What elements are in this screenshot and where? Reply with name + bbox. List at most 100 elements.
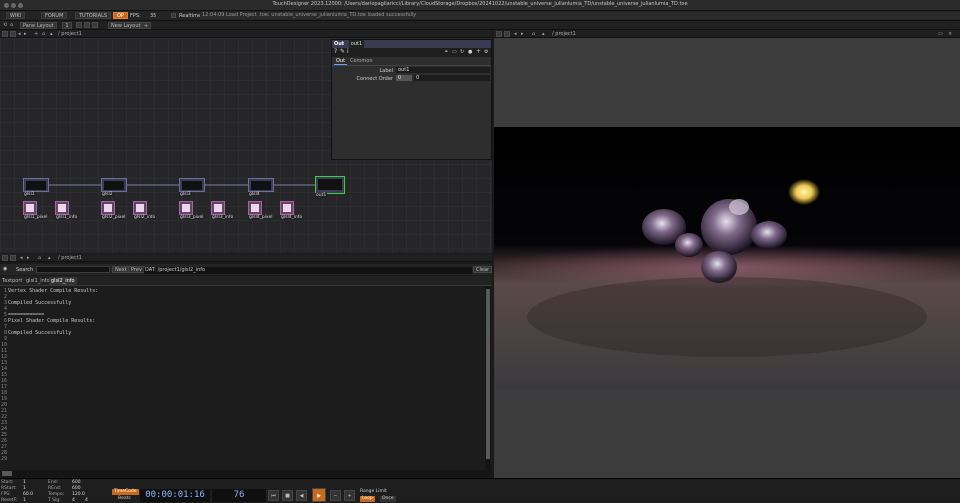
refresh-icon[interactable]: ↻ — [460, 49, 464, 55]
timecode-display[interactable]: 00:00:01:16 — [140, 489, 210, 502]
nav-forward-icon[interactable]: ▸ — [521, 30, 524, 38]
up-icon[interactable]: ▴ — [48, 254, 51, 262]
pane-split-icon[interactable] — [10, 255, 16, 261]
pane-menu-icon[interactable] — [496, 31, 502, 37]
nav-back-icon[interactable]: ◂ — [20, 254, 23, 262]
glsl4-top-node[interactable] — [248, 178, 274, 192]
step-forward-button[interactable]: + — [344, 490, 355, 501]
layout-split-button[interactable] — [84, 22, 90, 28]
add-layout-button[interactable]: + — [141, 22, 152, 29]
horizontal-scrollbar[interactable] — [0, 470, 492, 477]
home-icon[interactable]: ⌂ — [10, 22, 13, 28]
vertical-scrollbar[interactable] — [485, 287, 491, 470]
realtime-toggle[interactable] — [171, 13, 176, 18]
viewer-path[interactable]: / project1 — [552, 30, 576, 38]
stop-button[interactable]: ■ — [282, 490, 293, 501]
goto-start-button[interactable]: ⏮ — [268, 490, 279, 501]
textport-content[interactable]: 1Vertex Shader Compile Results: 2 3Compile… — [0, 287, 492, 470]
search-prev-button[interactable]: Prev — [128, 266, 145, 273]
tempo-value[interactable]: 120.0 — [72, 492, 85, 497]
play-reverse-button[interactable]: ◀ — [296, 490, 307, 501]
scrollbar-thumb[interactable] — [486, 289, 490, 459]
add-op-icon[interactable]: + — [34, 30, 38, 38]
search-input[interactable] — [36, 266, 110, 273]
undo-icon[interactable]: ⟲ — [3, 22, 7, 28]
glsl1-top-node[interactable] — [23, 178, 49, 192]
up-icon[interactable]: ▴ — [542, 30, 545, 38]
help-icon[interactable]: ? — [334, 48, 337, 55]
glsl1-info-dat[interactable] — [55, 201, 69, 215]
beats-toggle[interactable]: Beats — [118, 496, 131, 501]
palette-icon[interactable]: ● — [468, 49, 472, 55]
tab-glsl2-info[interactable]: glsl2_info — [49, 277, 77, 285]
link-icon[interactable]: ⚭ — [444, 49, 448, 55]
pane-close-icon[interactable]: × — [948, 30, 952, 38]
home-icon[interactable]: ⌂ — [38, 254, 41, 262]
op-name-field[interactable]: out1 — [348, 40, 365, 48]
connect-order-field[interactable]: 0 — [396, 75, 412, 81]
timecode-toggle[interactable]: TimeCode — [112, 489, 139, 495]
up-icon[interactable]: ▴ — [50, 30, 53, 38]
home-icon[interactable]: ⌂ — [42, 30, 45, 38]
scrollbar-thumb[interactable] — [2, 471, 12, 476]
glsl3-top-node[interactable] — [179, 178, 205, 192]
step-back-button[interactable]: − — [330, 490, 341, 501]
nav-back-icon[interactable]: ◂ — [18, 30, 21, 38]
connect-order-slider[interactable]: 0 — [414, 75, 490, 81]
pane-options-icon[interactable]: ▭ — [938, 30, 943, 38]
end-value[interactable]: 600 — [72, 480, 81, 485]
python-help-icon[interactable]: ✎ — [340, 48, 345, 55]
pane-menu-icon[interactable] — [2, 31, 8, 37]
forum-link[interactable]: FORUM — [41, 12, 68, 19]
glsl4-pixel-dat[interactable] — [248, 201, 262, 215]
render-output[interactable] — [494, 127, 960, 389]
pane-layout-button[interactable]: Pane Layout — [20, 22, 57, 29]
rend-value[interactable]: 600 — [72, 486, 81, 491]
glsl2-info-dat[interactable] — [133, 201, 147, 215]
layout-split-button[interactable] — [76, 22, 82, 28]
info-icon[interactable]: i — [347, 48, 349, 55]
settings-icon[interactable]: ⚙ — [484, 49, 488, 55]
network-path[interactable]: / project1 — [58, 30, 82, 38]
rstart-value[interactable]: 1 — [23, 486, 26, 491]
loop-toggle[interactable]: Loop — [360, 496, 375, 502]
frame-display[interactable]: 76 — [212, 489, 266, 502]
comment-icon[interactable]: ▭ — [452, 49, 457, 55]
fps-value[interactable]: 60.0 — [23, 492, 33, 497]
layout-split-button[interactable] — [92, 22, 98, 28]
tab-textport[interactable]: Textport — [2, 278, 22, 284]
glsl2-pixel-dat[interactable] — [101, 201, 115, 215]
play-button[interactable]: ▶ — [312, 488, 326, 502]
glsl3-pixel-dat[interactable] — [179, 201, 193, 215]
nav-back-icon[interactable]: ◂ — [514, 30, 517, 38]
start-value[interactable]: 1 — [23, 480, 26, 485]
tab-common[interactable]: Common — [348, 58, 375, 64]
tsig-denominator[interactable]: 4 — [85, 498, 88, 503]
clear-button[interactable]: Clear — [473, 266, 493, 273]
tsig-numerator[interactable]: 4 — [72, 498, 75, 503]
home-icon[interactable]: ⌂ — [532, 30, 535, 38]
pane-split-icon[interactable] — [10, 31, 16, 37]
glsl1-pixel-dat[interactable] — [23, 201, 37, 215]
textport-path[interactable]: / project1 — [58, 254, 82, 262]
dat-path-field[interactable]: DAT: /project1/glsl2_info — [144, 267, 472, 274]
op-snippets-button[interactable]: OP — [113, 12, 128, 19]
glsl2-top-node[interactable] — [101, 178, 127, 192]
resetf-value[interactable]: 1 — [23, 498, 26, 503]
pane-split-icon[interactable] — [504, 31, 510, 37]
nav-forward-icon[interactable]: ▸ — [24, 30, 27, 38]
nav-forward-icon[interactable]: ▸ — [27, 254, 30, 262]
glsl3-info-dat[interactable] — [211, 201, 225, 215]
tutorials-link[interactable]: TUTORIALS — [75, 12, 112, 19]
add-icon[interactable]: + — [476, 48, 481, 55]
search-next-button[interactable]: Next — [112, 266, 130, 273]
tab-glsl1-info[interactable]: glsl1_info — [26, 278, 50, 284]
tab-out[interactable]: Out — [334, 58, 348, 65]
glsl4-info-dat[interactable] — [280, 201, 294, 215]
new-layout-button[interactable]: New Layout — [108, 22, 144, 29]
wiki-link[interactable]: WIKI — [6, 12, 26, 19]
out1-top-node[interactable] — [315, 176, 345, 194]
pane-menu-icon[interactable] — [2, 255, 8, 261]
once-toggle[interactable]: Once — [380, 496, 396, 502]
label-param-field[interactable]: out1 — [396, 67, 490, 73]
